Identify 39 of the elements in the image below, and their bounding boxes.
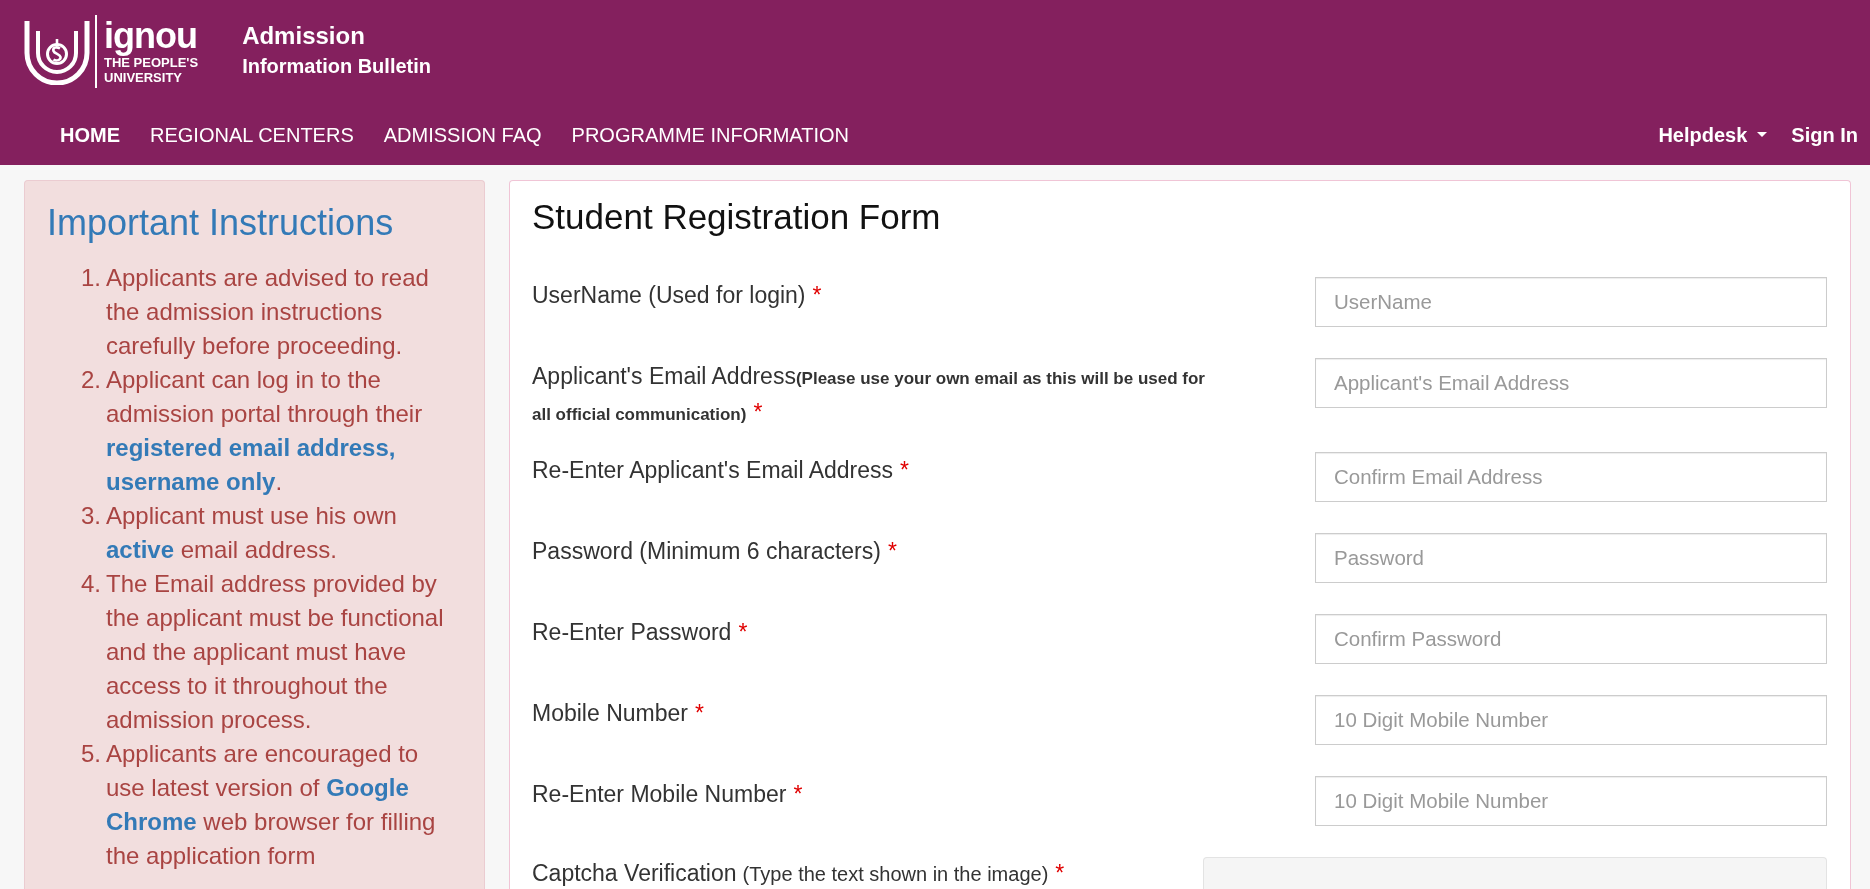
field-label: Re-Enter Applicant's Email Address * bbox=[532, 456, 909, 485]
input-field[interactable]: 10 Digit Mobile Number bbox=[1315, 695, 1827, 745]
nav-link[interactable]: HOME bbox=[45, 120, 135, 149]
nav-link[interactable]: PROGRAMME INFORMATION bbox=[556, 120, 864, 149]
list-number: 1. bbox=[80, 263, 101, 293]
input-field[interactable]: UserName bbox=[1315, 277, 1827, 327]
instruction-text: Applicants are encouraged to use latest version of Google Chrome web browser for filling the application form bbox=[106, 739, 437, 871]
instruction-text: The Email address provided by the applicant must be functional and the applicant must have access to it throughout the admission process. bbox=[106, 569, 445, 735]
instruction-text: Applicant must use his own active email address. bbox=[106, 501, 398, 565]
logo-tagline: THE PEOPLE'S bbox=[104, 55, 199, 70]
nav-link[interactable]: REGIONAL CENTERS bbox=[135, 120, 369, 149]
form-title: Student Registration Form bbox=[532, 196, 942, 238]
nav-link[interactable]: ADMISSION FAQ bbox=[368, 120, 557, 149]
input-field[interactable]: Password bbox=[1315, 533, 1827, 583]
logo-wordmark: ignou bbox=[104, 17, 197, 55]
sign-in-link[interactable]: Sign In bbox=[1779, 120, 1870, 149]
list-number: 3. bbox=[80, 501, 101, 531]
field-label: Password (Minimum 6 characters) * bbox=[532, 537, 897, 566]
field-label: UserName (Used for login) * bbox=[532, 281, 822, 310]
list-number: 4. bbox=[80, 569, 101, 599]
input-field[interactable]: 10 Digit Mobile Number bbox=[1315, 776, 1827, 826]
nav-dropdown[interactable]: Helpdesk bbox=[1646, 120, 1780, 149]
logo-tagline: UNIVERSITY bbox=[104, 70, 182, 85]
caret-icon bbox=[1757, 132, 1768, 137]
input-field[interactable]: Confirm Password bbox=[1315, 614, 1827, 664]
field-label: Captcha Verification (Type the text shown in the image) * bbox=[532, 860, 1065, 886]
field-label: Applicant's Email Address(Please use your own email as this will be used for all official communication) * bbox=[532, 362, 1206, 427]
instruction-text: Applicants are advised to read the admission instructions carefully before proceeding. bbox=[106, 263, 430, 361]
input-field[interactable]: Applicant's Email Address bbox=[1315, 358, 1827, 408]
instruction-text: Applicant can log in to the admission portal through their registered email address, username only. bbox=[106, 365, 424, 497]
field-label: Re-Enter Mobile Number * bbox=[532, 780, 803, 809]
panel-title: Important Instructions bbox=[47, 203, 395, 243]
input-field[interactable]: Confirm Email Address bbox=[1315, 452, 1827, 502]
list-number: 2. bbox=[80, 365, 101, 395]
field-label: Mobile Number * bbox=[532, 699, 704, 728]
site-title: Admission bbox=[242, 21, 365, 51]
site-subtitle: Information Bulletin bbox=[242, 54, 431, 79]
list-number: 5. bbox=[80, 739, 101, 769]
field-label: Re-Enter Password * bbox=[532, 618, 748, 647]
